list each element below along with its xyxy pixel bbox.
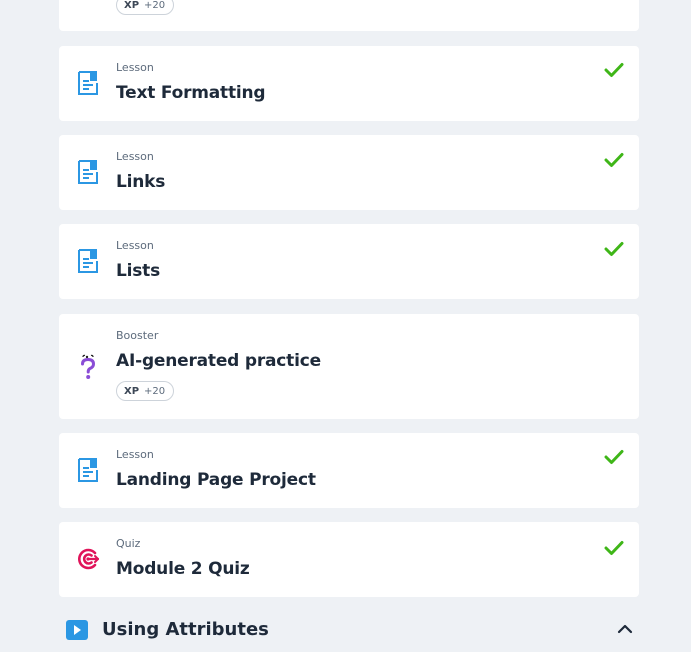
xp-value: +20	[144, 0, 166, 11]
chevron-up-icon[interactable]	[617, 622, 633, 634]
completed-check-icon	[604, 450, 624, 464]
target-icon	[78, 548, 100, 570]
completed-check-icon	[604, 63, 624, 77]
item-title: AI-generated practice	[116, 351, 321, 371]
xp-label: XP	[124, 385, 140, 397]
lesson-doc-icon	[78, 458, 98, 482]
module-item-card[interactable]: Quiz Module 2 Quiz	[59, 522, 639, 597]
module-item-card[interactable]: Lesson Text Formatting	[59, 46, 639, 121]
module-item-card[interactable]: Booster AI-generated practice XP +20	[59, 314, 639, 419]
item-kind-label: Lesson	[116, 61, 154, 74]
item-kind-label: Lesson	[116, 448, 154, 461]
item-title: Lists	[116, 261, 161, 281]
xp-label: XP	[124, 0, 140, 11]
question-mark-icon	[81, 354, 96, 379]
item-kind-label: Lesson	[116, 150, 154, 163]
completed-check-icon	[604, 541, 624, 555]
item-kind-label: Booster	[116, 329, 159, 342]
item-title: Text Formatting	[116, 83, 266, 103]
item-title: Links	[116, 172, 166, 192]
completed-check-icon	[604, 242, 624, 256]
item-title: Landing Page Project	[116, 470, 316, 490]
section-header-using-attributes[interactable]: Using Attributes	[59, 612, 639, 652]
item-kind-label: Quiz	[116, 537, 141, 550]
lesson-doc-icon	[78, 249, 98, 273]
completed-check-icon	[604, 153, 624, 167]
xp-badge: XP +20	[116, 0, 175, 15]
lesson-doc-icon	[78, 71, 98, 95]
play-icon	[66, 620, 88, 640]
lesson-doc-icon	[78, 160, 98, 184]
module-item-card[interactable]: Lesson Landing Page Project	[59, 433, 639, 508]
item-title: Module 2 Quiz	[116, 559, 250, 579]
section-title: Using Attributes	[102, 619, 269, 640]
module-item-card[interactable]: Lesson Lists	[59, 224, 639, 299]
module-item-card[interactable]: Lesson Links	[59, 135, 639, 210]
xp-value: +20	[144, 385, 166, 397]
xp-badge: XP +20	[116, 381, 175, 401]
item-kind-label: Lesson	[116, 239, 154, 252]
module-item-card-previous[interactable]: XP +20	[59, 0, 639, 31]
